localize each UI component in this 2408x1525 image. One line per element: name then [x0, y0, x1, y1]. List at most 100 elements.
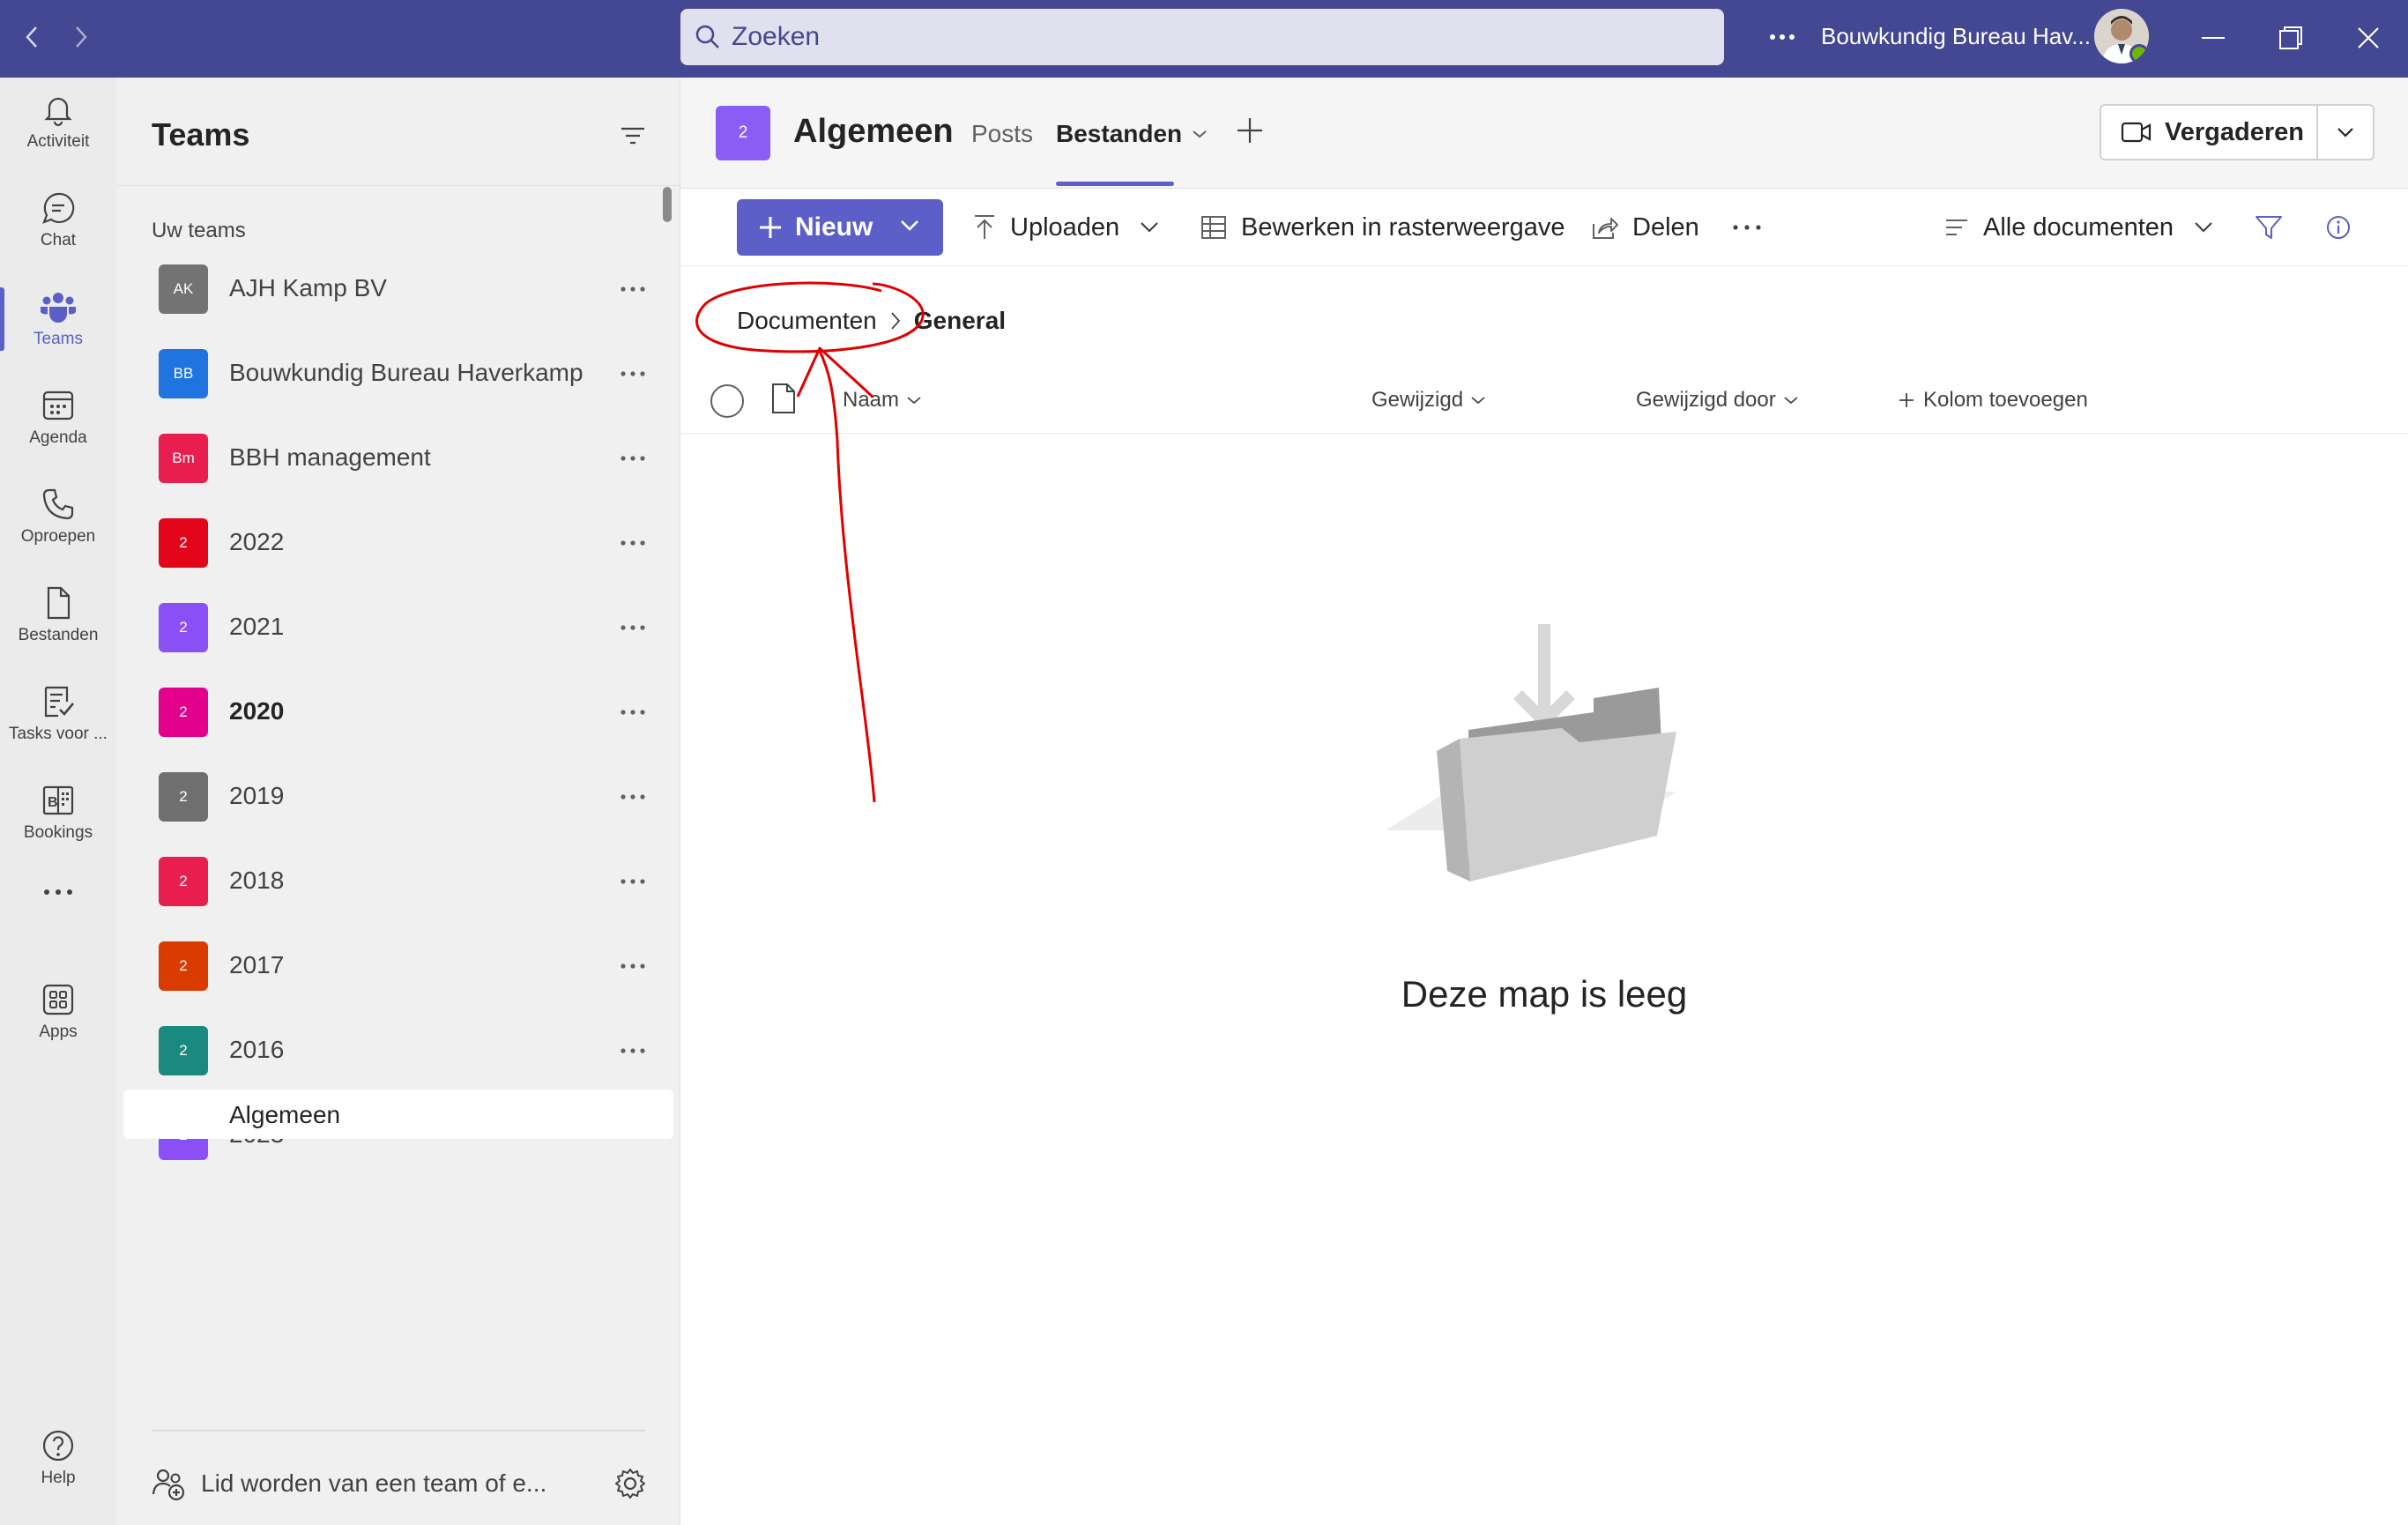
add-tab-button[interactable] [1232, 113, 1267, 148]
team-more-button[interactable] [613, 272, 652, 307]
team-item[interactable]: 2 2022 [123, 502, 666, 584]
team-more-button[interactable] [613, 779, 652, 815]
team-more-button[interactable] [613, 864, 652, 899]
channel-item-algemeen[interactable]: Algemeen [123, 1090, 673, 1139]
rail-item-calendar[interactable]: Agenda [0, 374, 116, 462]
rail-label: Teams [33, 330, 83, 348]
team-item[interactable]: 2 2017 [123, 926, 666, 1007]
scrollbar[interactable] [663, 187, 672, 222]
meet-button[interactable]: Vergaderen [2101, 106, 2316, 159]
meet-options-button[interactable] [2318, 106, 2373, 159]
ellipsis-icon [621, 710, 645, 715]
chevron-down-icon [2337, 128, 2353, 138]
ellipsis-icon [621, 1048, 645, 1053]
active-tab-indicator [1056, 182, 1174, 186]
info-icon [2327, 216, 2350, 239]
share-label: Delen [1632, 212, 1699, 242]
team-item[interactable]: BB Bouwkundig Bureau Haverkamp [123, 333, 666, 414]
restore-icon [2279, 26, 2302, 49]
ellipsis-icon [621, 456, 645, 461]
tab-posts[interactable]: Posts [971, 120, 1033, 148]
view-selector[interactable]: Alle documenten [1944, 201, 2214, 254]
phone-icon [42, 488, 74, 520]
meet-button-group: Vergaderen [2100, 104, 2375, 160]
bell-icon [44, 97, 72, 127]
rail-item-activity[interactable]: Activiteit [0, 78, 116, 166]
chevron-down-icon [1141, 222, 1158, 233]
back-button[interactable] [14, 19, 49, 55]
rail-item-help[interactable]: Help [0, 1414, 116, 1502]
rail-item-files[interactable]: Bestanden [0, 571, 116, 659]
team-item[interactable]: Bm BBH management [123, 418, 666, 499]
avatar[interactable] [2094, 9, 2149, 63]
manage-teams-button[interactable] [613, 1467, 647, 1500]
search-placeholder: Zoeken [732, 22, 821, 51]
view-label: Alle documenten [1983, 212, 2174, 242]
file-icon [47, 586, 71, 620]
file-type-column[interactable] [770, 383, 797, 414]
rail-more-button[interactable] [0, 857, 116, 927]
rail-item-tasks[interactable]: Tasks voor ... [0, 670, 116, 758]
rail-item-apps[interactable]: Apps [0, 968, 116, 1056]
column-name-label: Naam [843, 388, 900, 412]
share-icon [1593, 218, 1618, 239]
add-column-button[interactable]: Kolom toevoegen [1899, 388, 2088, 413]
close-button[interactable] [2346, 18, 2390, 58]
team-item[interactable]: 2 2018 [123, 841, 666, 922]
upload-button[interactable]: Uploaden [973, 201, 1160, 254]
rail-item-chat[interactable]: Chat [0, 176, 116, 264]
forward-button[interactable] [63, 19, 99, 55]
team-more-button[interactable] [613, 356, 652, 391]
add-column-label: Kolom toevoegen [1923, 388, 2088, 412]
rail-item-calls[interactable]: Oproepen [0, 472, 116, 561]
team-name: 2019 [229, 782, 285, 809]
rail-label: Help [41, 1469, 76, 1487]
team-item[interactable]: 2 2020 [123, 672, 666, 753]
team-more-button[interactable] [613, 1033, 652, 1068]
chevron-down-icon [1784, 397, 1798, 405]
divider [116, 185, 680, 186]
upload-label: Uploaden [1010, 212, 1120, 242]
edit-grid-view-button[interactable]: Bewerken in rasterweergave [1200, 201, 1565, 254]
column-modified[interactable]: Gewijzigd [1371, 388, 1486, 413]
restore-button[interactable] [2269, 18, 2313, 58]
team-item[interactable]: 2 2021 [123, 587, 666, 668]
new-button[interactable]: Nieuw [737, 199, 943, 256]
filter-teams-button[interactable] [615, 118, 650, 153]
team-name: BBH management [229, 443, 431, 471]
tab-files-label: Bestanden [1056, 120, 1183, 147]
gear-icon [615, 1469, 645, 1499]
team-more-button[interactable] [613, 610, 652, 645]
join-label: Lid worden van een team of e... [201, 1469, 547, 1497]
team-tile: 2 [159, 518, 208, 568]
column-modified-by[interactable]: Gewijzigd door [1636, 388, 1799, 413]
team-name: 2022 [229, 528, 285, 555]
team-item[interactable]: 2 2019 [123, 756, 666, 837]
select-all-checkbox[interactable] [710, 384, 744, 418]
minimize-button[interactable] [2191, 18, 2235, 58]
breadcrumb-root[interactable]: Documenten [737, 307, 877, 335]
column-name[interactable]: Naam [843, 388, 922, 413]
org-name[interactable]: Bouwkundig Bureau Hav... [1821, 23, 2091, 50]
filter-button[interactable] [2255, 201, 2283, 254]
team-more-button[interactable] [613, 695, 652, 730]
join-or-create-team-button[interactable]: Lid worden van een team of e... [152, 1453, 645, 1514]
rail-item-bookings[interactable]: B Bookings [0, 769, 116, 857]
info-button[interactable] [2325, 201, 2352, 254]
toolbar-more-button[interactable] [1733, 201, 1761, 254]
rail-item-teams[interactable]: Teams [0, 275, 116, 363]
share-button[interactable]: Delen [1590, 201, 1699, 254]
more-options-button[interactable] [1763, 19, 1802, 55]
channel-header: 2 Algemeen Posts Bestanden Vergaderen [680, 78, 2408, 189]
team-more-button[interactable] [613, 525, 652, 561]
search-icon [695, 25, 719, 48]
search-input[interactable]: Zoeken [680, 9, 1724, 65]
team-tile: 2 [159, 603, 208, 652]
empty-folder-illustration [1386, 606, 1685, 889]
team-item[interactable]: 2 2016 [123, 1010, 666, 1091]
team-more-button[interactable] [613, 948, 652, 984]
tab-files[interactable]: Bestanden [1056, 120, 1208, 148]
grid-label: Bewerken in rasterweergave [1241, 212, 1565, 242]
team-item[interactable]: AK AJH Kamp BV [123, 249, 666, 330]
team-more-button[interactable] [613, 441, 652, 476]
